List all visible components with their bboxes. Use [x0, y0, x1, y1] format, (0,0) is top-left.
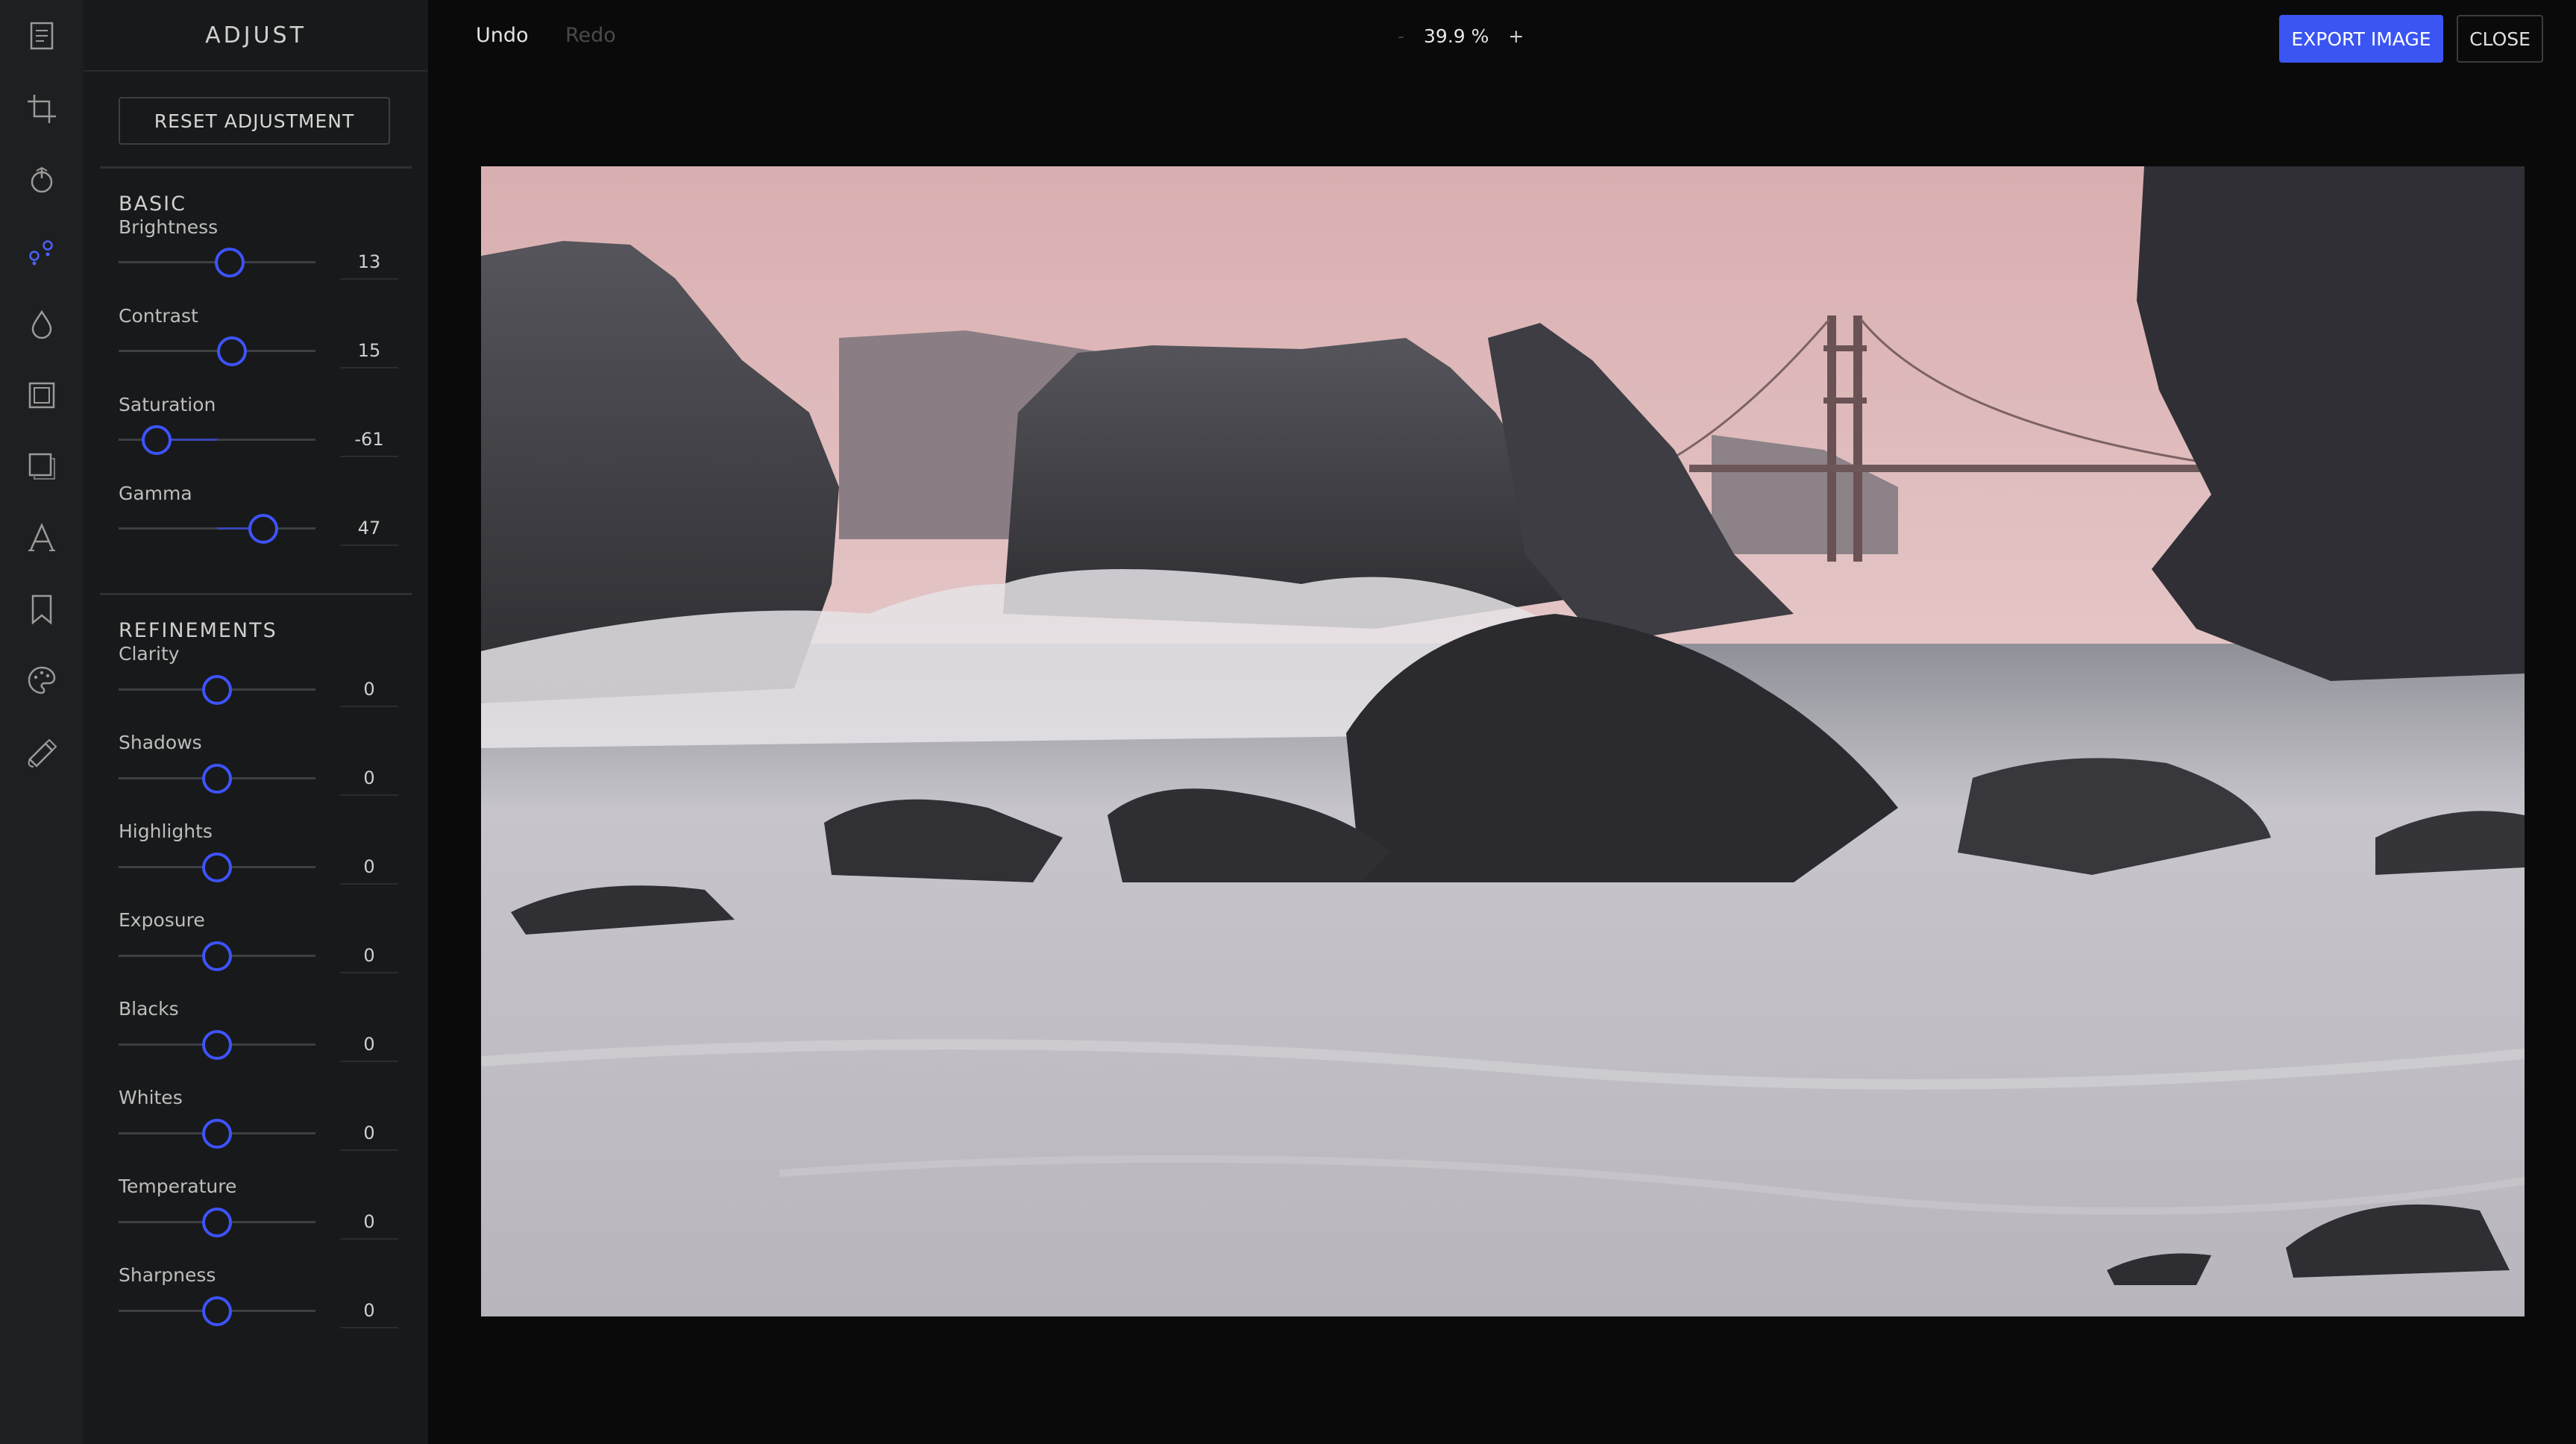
bookmark-tool[interactable] [16, 583, 68, 635]
brightness-label: Brightness [119, 216, 219, 238]
redo-button[interactable]: Redo [565, 24, 616, 47]
reset-adjustment-button[interactable]: RESET ADJUSTMENT [119, 97, 390, 145]
highlights-value[interactable]: 0 [340, 849, 398, 885]
temperature-slider-knob[interactable] [202, 1208, 232, 1237]
highlights-slider[interactable] [119, 853, 315, 882]
file-icon [30, 22, 54, 50]
contrast-slider[interactable] [119, 336, 315, 366]
adjust-tool[interactable] [16, 226, 68, 278]
filter-tool[interactable] [16, 154, 68, 207]
file-tool[interactable] [16, 10, 68, 62]
temperature-slider[interactable] [119, 1208, 315, 1237]
brush-tool[interactable] [16, 726, 68, 779]
sharpness-slider[interactable] [119, 1296, 315, 1326]
section-heading-refinements: REFINEMENTS [119, 619, 277, 642]
saturation-label: Saturation [119, 394, 216, 415]
drop-icon [31, 310, 52, 339]
clarity-slider-knob[interactable] [202, 675, 232, 705]
text-tool[interactable] [16, 512, 68, 564]
tool-rail [0, 0, 84, 1444]
clarity-slider[interactable] [119, 675, 315, 705]
sharpness-label: Sharpness [119, 1264, 216, 1286]
overlay-tool[interactable] [16, 440, 68, 492]
close-button[interactable]: CLOSE [2457, 15, 2543, 63]
gamma-label: Gamma [119, 483, 192, 504]
highlights-slider-knob[interactable] [202, 853, 232, 882]
contrast-value[interactable]: 15 [340, 333, 398, 368]
shadows-label: Shadows [119, 732, 202, 753]
brightness-slider[interactable] [119, 248, 315, 277]
clarity-value[interactable]: 0 [340, 671, 398, 707]
section-heading-basic: BASIC [119, 192, 186, 216]
zoom-control: - 39.9 % + [1398, 25, 1524, 47]
shadows-slider-knob[interactable] [202, 764, 232, 794]
palette-tool[interactable] [16, 654, 68, 706]
gamma-value[interactable]: 47 [340, 510, 398, 546]
drop-tool[interactable] [16, 298, 68, 351]
brightness-value[interactable]: 13 [340, 244, 398, 280]
photo-image [481, 166, 2525, 1316]
text-icon [28, 522, 55, 551]
clarity-label: Clarity [119, 643, 180, 665]
highlights-label: Highlights [119, 820, 213, 842]
brush-icon [28, 738, 57, 767]
blacks-slider[interactable] [119, 1030, 315, 1060]
whites-slider-knob[interactable] [202, 1119, 232, 1149]
frame-tool[interactable] [16, 369, 68, 421]
exposure-value[interactable]: 0 [340, 938, 398, 973]
top-toolbar: Undo Redo - 39.9 % + EXPORT IMAGE CLOSE [428, 0, 2576, 78]
zoom-level: 39.9 % [1424, 25, 1489, 47]
gamma-slider-knob[interactable] [248, 514, 279, 544]
panel-title: ADJUST [84, 0, 428, 72]
sharpness-value[interactable]: 0 [340, 1293, 398, 1328]
sharpness-slider-knob[interactable] [202, 1296, 232, 1326]
contrast-label: Contrast [119, 305, 198, 327]
gamma-slider[interactable] [119, 514, 315, 544]
zoom-in-button[interactable]: + [1508, 25, 1524, 47]
brightness-slider-knob[interactable] [215, 248, 245, 277]
adjust-icon [29, 240, 53, 266]
shadows-value[interactable]: 0 [340, 760, 398, 796]
frame-icon [28, 382, 55, 409]
exposure-label: Exposure [119, 909, 205, 931]
whites-label: Whites [119, 1087, 183, 1108]
blacks-value[interactable]: 0 [340, 1026, 398, 1062]
photo-canvas[interactable] [481, 166, 2525, 1316]
shadows-slider[interactable] [119, 764, 315, 794]
blacks-slider-knob[interactable] [202, 1030, 232, 1060]
temperature-label: Temperature [119, 1175, 237, 1197]
whites-slider[interactable] [119, 1119, 315, 1149]
bookmark-icon [31, 594, 52, 625]
contrast-slider-knob[interactable] [216, 336, 247, 366]
overlay-icon [28, 453, 55, 480]
exposure-slider[interactable] [119, 941, 315, 971]
saturation-slider[interactable] [119, 425, 315, 455]
crop-tool[interactable] [16, 83, 68, 135]
palette-icon [28, 666, 56, 694]
divider [100, 166, 412, 169]
filter-icon [31, 166, 53, 193]
crop-icon [28, 95, 56, 123]
blacks-label: Blacks [119, 998, 179, 1020]
photo-editor: ADJUST RESET ADJUSTMENT BASIC Brightness… [0, 0, 2576, 1444]
whites-value[interactable]: 0 [340, 1115, 398, 1151]
undo-button[interactable]: Undo [476, 24, 529, 47]
saturation-value[interactable]: -61 [340, 421, 398, 457]
exposure-slider-knob[interactable] [202, 941, 232, 971]
divider [100, 593, 412, 595]
saturation-slider-knob[interactable] [142, 425, 172, 455]
adjust-panel: ADJUST RESET ADJUSTMENT BASIC Brightness… [84, 0, 428, 1444]
export-image-button[interactable]: EXPORT IMAGE [2279, 15, 2443, 63]
temperature-value[interactable]: 0 [340, 1204, 398, 1240]
zoom-out-button[interactable]: - [1398, 25, 1404, 47]
